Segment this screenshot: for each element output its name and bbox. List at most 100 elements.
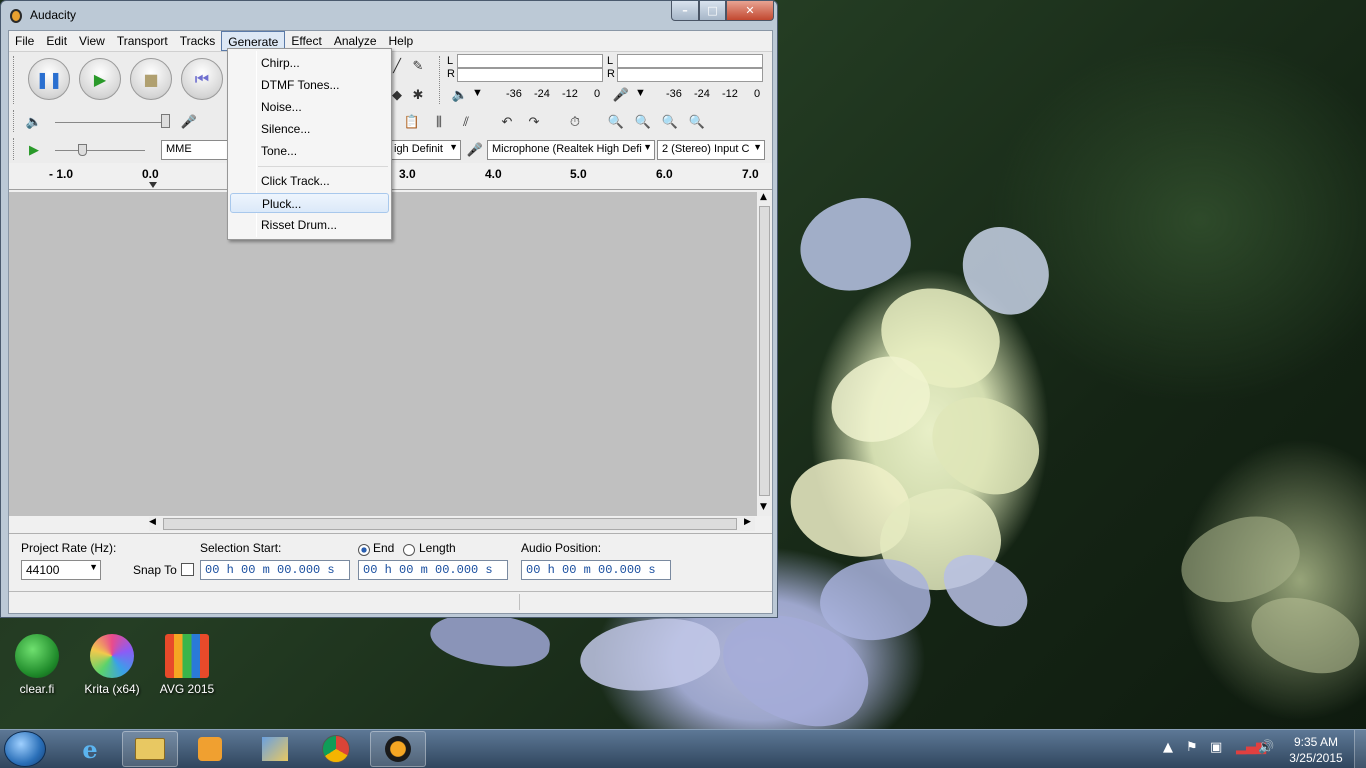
menu-item-noise[interactable]: Noise... bbox=[230, 97, 389, 117]
fit-project-button[interactable]: 🔍 bbox=[686, 111, 708, 133]
menu-item-risset-drum[interactable]: Risset Drum... bbox=[230, 215, 389, 235]
scroll-down-icon[interactable]: ▼ bbox=[760, 502, 767, 512]
title-bar[interactable]: Audacity – □ ✕ bbox=[1, 1, 777, 31]
input-volume-icon-wrap: 🎤 bbox=[178, 111, 200, 133]
minimize-button[interactable]: – bbox=[671, 1, 699, 21]
vertical-scrollbar[interactable]: ▲ ▼ bbox=[757, 192, 772, 516]
trim-button[interactable]: ⫼ bbox=[428, 111, 450, 133]
taskbar-chrome[interactable] bbox=[308, 731, 364, 767]
menu-item-silence[interactable]: Silence... bbox=[230, 119, 389, 139]
record-meter-menu[interactable]: 🎤 bbox=[610, 84, 632, 106]
menu-tracks[interactable]: Tracks bbox=[174, 31, 222, 51]
selection-end-time[interactable]: 00 h 00 m 00.000 s bbox=[358, 560, 508, 580]
generate-menu-dropdown: Chirp... DTMF Tones... Noise... Silence.… bbox=[227, 48, 392, 240]
playhead-marker[interactable] bbox=[149, 182, 157, 188]
rec-meter-right-label: R bbox=[607, 68, 615, 80]
fit-selection-button[interactable]: 🔍 bbox=[659, 111, 681, 133]
menu-view[interactable]: View bbox=[73, 31, 111, 51]
show-hidden-icons-button[interactable]: ▲ bbox=[1163, 740, 1173, 755]
play-meter-left-label: L bbox=[447, 55, 454, 67]
menu-item-pluck[interactable]: Pluck... bbox=[230, 193, 389, 213]
scroll-left-icon[interactable]: ◀ bbox=[149, 517, 156, 527]
rec-meter-left[interactable] bbox=[617, 54, 763, 68]
output-device-select[interactable]: igh Definit ▼ bbox=[389, 140, 461, 160]
desktop-icon-label: AVG 2015 bbox=[159, 682, 215, 696]
length-radio[interactable] bbox=[403, 544, 415, 556]
toolbar-grip[interactable] bbox=[13, 56, 16, 104]
desktop-icon-krita[interactable]: Krita (x64) bbox=[80, 634, 144, 696]
input-channels-select[interactable]: 2 (Stereo) Input C ▼ bbox=[657, 140, 765, 160]
mixer-grip[interactable] bbox=[13, 110, 16, 132]
end-radio[interactable] bbox=[358, 544, 370, 556]
paste-button[interactable]: 📋 bbox=[401, 111, 423, 133]
taskbar-media-player[interactable] bbox=[182, 731, 238, 767]
volume-icon[interactable]: 🔊 bbox=[1258, 740, 1274, 755]
start-button[interactable] bbox=[4, 731, 46, 767]
output-volume-slider[interactable] bbox=[55, 122, 165, 123]
pause-button[interactable]: ❚❚ bbox=[28, 58, 70, 100]
desktop-icon-clearfi[interactable]: clear.fi bbox=[5, 634, 69, 696]
sync-lock-button[interactable]: ⏱ bbox=[564, 111, 586, 133]
play-at-speed-button[interactable]: ▶ bbox=[23, 139, 45, 161]
multi-tool[interactable]: ✱ bbox=[407, 84, 429, 106]
rec-meter-right[interactable] bbox=[617, 68, 763, 82]
menu-transport[interactable]: Transport bbox=[111, 31, 174, 51]
folder-icon bbox=[135, 738, 165, 760]
close-button[interactable]: ✕ bbox=[726, 1, 774, 21]
silence-button[interactable]: ⫽ bbox=[455, 111, 477, 133]
scroll-up-icon[interactable]: ▲ bbox=[760, 192, 767, 202]
transcription-grip[interactable] bbox=[13, 138, 16, 160]
track-panel[interactable] bbox=[9, 192, 757, 516]
internet-explorer-icon: e bbox=[82, 734, 98, 764]
krita-icon bbox=[90, 634, 134, 678]
taskbar-file-explorer[interactable] bbox=[122, 731, 178, 767]
undo-button[interactable]: ↶ bbox=[496, 111, 518, 133]
system-clock[interactable]: 9:35 AM 3/25/2015 bbox=[1283, 734, 1349, 766]
menu-item-dtmf-tones[interactable]: DTMF Tones... bbox=[230, 75, 389, 95]
device-icon[interactable]: ▣ bbox=[1210, 740, 1222, 755]
menu-item-chirp[interactable]: Chirp... bbox=[230, 53, 389, 73]
horizontal-scroll-thumb[interactable] bbox=[163, 518, 737, 530]
playback-meter-menu[interactable]: 🔈 bbox=[449, 84, 471, 106]
output-volume-thumb[interactable] bbox=[161, 114, 170, 128]
audio-host-select[interactable]: MME bbox=[161, 140, 233, 160]
menu-item-tone[interactable]: Tone... bbox=[230, 141, 389, 161]
play-speed-slider[interactable] bbox=[55, 150, 145, 151]
menu-file[interactable]: File bbox=[9, 31, 40, 51]
meter-grip[interactable] bbox=[439, 56, 442, 104]
skip-to-start-button[interactable]: ⏮ bbox=[181, 58, 223, 100]
audio-position-time[interactable]: 00 h 00 m 00.000 s bbox=[521, 560, 671, 580]
horizontal-scrollbar[interactable]: ◀ ▶ bbox=[149, 517, 755, 531]
window-title: Audacity bbox=[30, 8, 77, 22]
vertical-scroll-thumb[interactable] bbox=[759, 206, 770, 496]
stop-button[interactable]: ■ bbox=[130, 58, 172, 100]
project-rate-select[interactable]: 44100 ▼ bbox=[21, 560, 101, 580]
menu-edit[interactable]: Edit bbox=[40, 31, 73, 51]
redo-button[interactable]: ↷ bbox=[523, 111, 545, 133]
zoom-out-button[interactable]: 🔍 bbox=[632, 111, 654, 133]
scroll-right-icon[interactable]: ▶ bbox=[744, 517, 751, 527]
show-desktop-button[interactable] bbox=[1354, 730, 1366, 768]
rec-meter-dropdown[interactable]: ▼ bbox=[635, 87, 646, 99]
input-device-select[interactable]: Microphone (Realtek High Defi ▼ bbox=[487, 140, 655, 160]
selection-start-value: 00 h 00 m 00.000 s bbox=[205, 563, 335, 577]
play-meter-dropdown[interactable]: ▼ bbox=[472, 87, 483, 99]
snap-to-checkbox[interactable] bbox=[181, 563, 194, 576]
play-meter-left[interactable] bbox=[457, 54, 603, 68]
play-button[interactable]: ▶ bbox=[79, 58, 121, 100]
menu-item-click-track[interactable]: Click Track... bbox=[230, 171, 389, 191]
draw-tool[interactable]: ✎ bbox=[407, 55, 429, 77]
play-meter-right[interactable] bbox=[457, 68, 603, 82]
selection-start-time[interactable]: 00 h 00 m 00.000 s bbox=[200, 560, 350, 580]
taskbar-krita[interactable] bbox=[247, 731, 303, 767]
play-speed-thumb[interactable] bbox=[78, 144, 87, 156]
selection-end-value: 00 h 00 m 00.000 s bbox=[363, 563, 493, 577]
desktop-icon-avg[interactable]: AVG 2015 bbox=[155, 634, 219, 696]
maximize-button[interactable]: □ bbox=[699, 1, 726, 21]
zoom-in-button[interactable]: 🔍 bbox=[605, 111, 627, 133]
action-center-flag-icon[interactable]: ⚑ bbox=[1186, 740, 1198, 755]
taskbar-internet-explorer[interactable]: e bbox=[62, 731, 118, 767]
taskbar-audacity[interactable] bbox=[370, 731, 426, 767]
input-device-value: Microphone (Realtek High Defi bbox=[492, 143, 642, 155]
audacity-headphones-icon bbox=[385, 736, 411, 762]
